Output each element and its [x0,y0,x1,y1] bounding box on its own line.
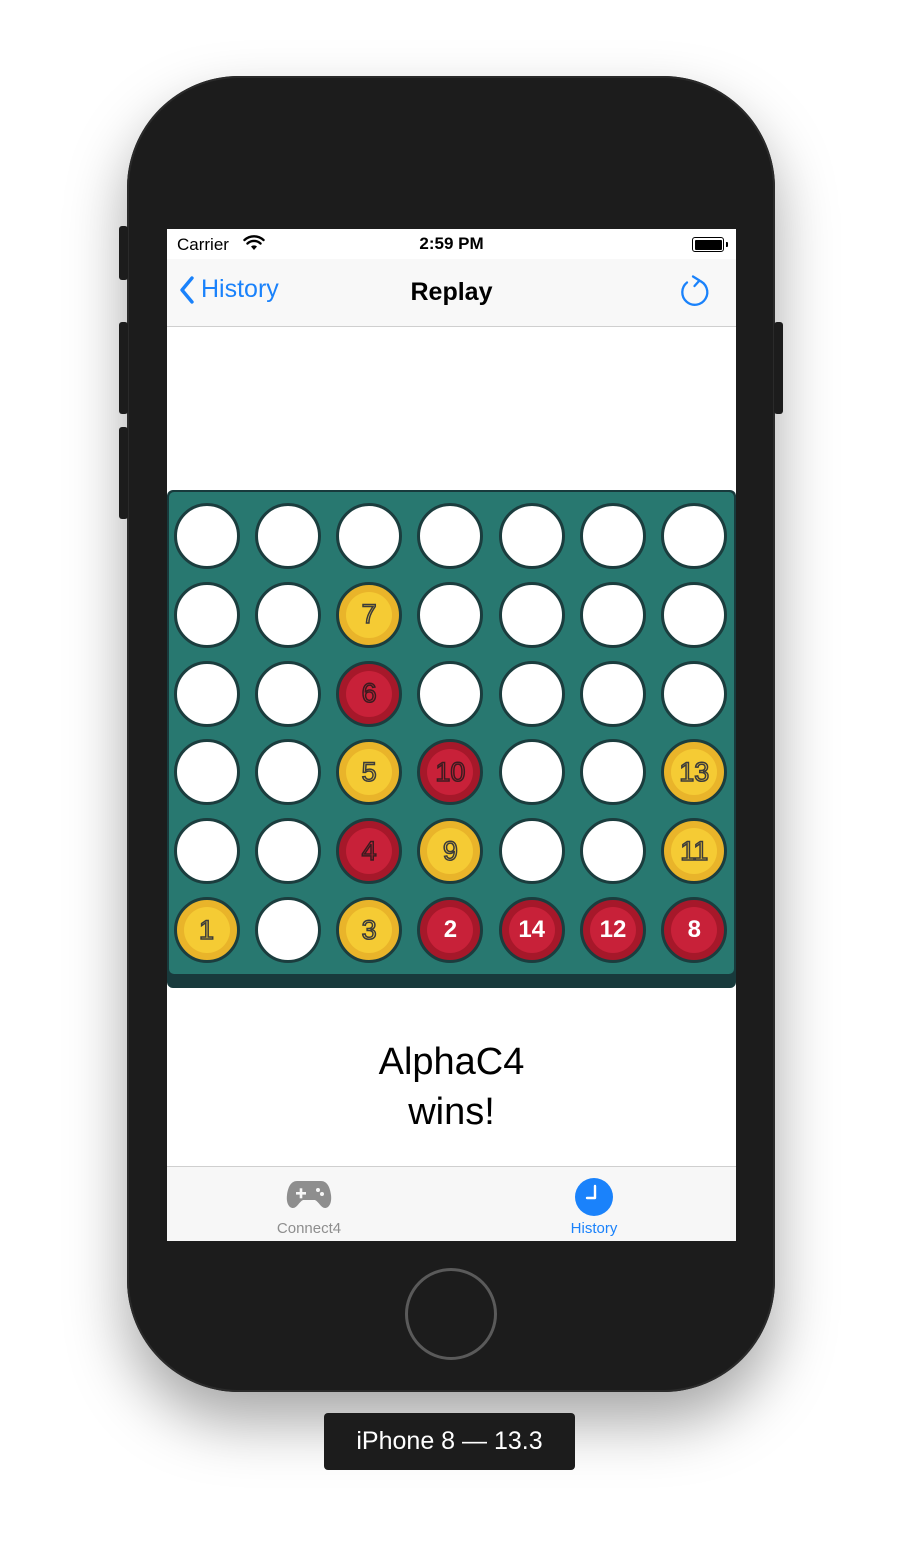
empty-slot[interactable] [173,581,240,648]
move-number: 10 [427,749,474,796]
result-line-2: wins! [408,1091,495,1133]
empty-slot[interactable] [417,660,484,727]
empty-slot[interactable] [580,739,646,806]
tab-history[interactable]: History [452,1167,736,1241]
result-message: AlphaC4 wins! [167,1037,736,1137]
refresh-button[interactable] [678,274,712,315]
move-number: 6 [346,670,393,717]
move-number: 1 [183,907,230,953]
empty-slot[interactable] [661,581,728,648]
empty-slot[interactable] [173,739,240,806]
power-button [774,322,783,414]
move-number: 14 [508,907,555,953]
yellow-disc[interactable]: 3 [336,897,403,963]
empty-slot[interactable] [580,503,646,569]
yellow-disc[interactable]: 1 [173,897,240,963]
red-disc[interactable]: 12 [580,897,646,963]
empty-slot[interactable] [498,503,565,569]
clock-icon [574,1177,614,1222]
move-number: 2 [427,907,474,953]
back-button[interactable]: History [179,275,279,304]
screen: Carrier 2:59 PM History Replay 7 6 5 10 1 [167,229,736,1241]
move-number: 7 [346,591,393,638]
volume-up-button [119,322,128,414]
back-button-label: History [201,275,279,303]
empty-slot[interactable] [254,818,321,885]
board-frame: 7 6 5 10 13 4 9 11 1 3 2 14 12 8 [167,490,736,988]
result-line-1: AlphaC4 [378,1041,525,1083]
gamecontroller-icon [285,1178,333,1215]
tab-history-label: History [570,1220,618,1237]
empty-slot[interactable] [173,818,240,885]
empty-slot[interactable] [580,581,646,648]
game-board: 7 6 5 10 13 4 9 11 1 3 2 14 12 8 [169,492,734,974]
red-disc[interactable]: 14 [498,897,565,963]
move-number: 12 [590,907,636,953]
red-disc[interactable]: 6 [336,660,403,727]
mute-switch [119,226,128,280]
yellow-disc[interactable]: 13 [661,739,728,806]
yellow-disc[interactable]: 5 [336,739,403,806]
empty-slot[interactable] [254,581,321,648]
move-number: 13 [671,749,718,796]
red-disc[interactable]: 2 [417,897,484,963]
chevron-left-icon [180,275,194,304]
empty-slot[interactable] [417,581,484,648]
empty-slot[interactable] [498,581,565,648]
empty-slot[interactable] [417,503,484,569]
empty-slot[interactable] [498,818,565,885]
empty-slot[interactable] [254,897,321,963]
tab-bar: Connect4 History [167,1166,736,1241]
tab-connect4[interactable]: Connect4 [167,1167,451,1241]
empty-slot[interactable] [661,503,728,569]
red-disc[interactable]: 4 [336,818,403,885]
yellow-disc[interactable]: 9 [417,818,484,885]
yellow-disc[interactable]: 7 [336,581,403,648]
empty-slot[interactable] [580,818,646,885]
empty-slot[interactable] [254,660,321,727]
empty-slot[interactable] [498,739,565,806]
status-time: 2:59 PM [419,234,484,253]
home-button[interactable] [405,1268,497,1360]
empty-slot[interactable] [580,660,646,727]
tab-connect4-label: Connect4 [276,1220,342,1237]
navigation-bar: History Replay [167,259,736,327]
empty-slot[interactable] [498,660,565,727]
volume-down-button [119,427,128,519]
red-disc[interactable]: 10 [417,739,484,806]
move-number: 9 [427,828,474,875]
move-number: 3 [346,907,393,953]
empty-slot[interactable] [173,503,240,569]
device-caption: iPhone 8 — 13.3 [324,1413,575,1470]
move-number: 5 [346,749,393,796]
empty-slot[interactable] [173,660,240,727]
battery-icon [692,237,728,252]
yellow-disc[interactable]: 11 [661,818,728,885]
move-number: 4 [346,828,393,875]
empty-slot[interactable] [336,503,403,569]
move-number: 11 [671,828,718,875]
move-number: 8 [671,907,718,953]
red-disc[interactable]: 8 [661,897,728,963]
refresh-icon [681,275,709,306]
status-bar: Carrier 2:59 PM [167,229,736,259]
empty-slot[interactable] [254,503,321,569]
empty-slot[interactable] [254,739,321,806]
empty-slot[interactable] [661,660,728,727]
